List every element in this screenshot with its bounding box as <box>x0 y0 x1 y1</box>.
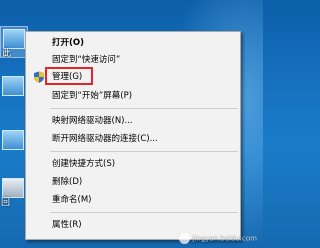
menu-item-map-network-drive[interactable]: 映射网络驱动器(N)... <box>26 112 240 130</box>
watermark: jingyan.baidu.com <box>179 233 257 244</box>
desktop-icon-recycle-bin[interactable]: 回 <box>0 176 26 208</box>
menu-item-open[interactable]: 打开(O) <box>26 34 240 52</box>
computer-icon <box>3 29 25 49</box>
menu-item-label: 删除(D) <box>52 177 83 187</box>
network-icon <box>2 130 24 150</box>
menu-item-pin-start[interactable]: 固定到“开始”屏幕(P) <box>26 87 240 105</box>
menu-item-disconnect-network-drive[interactable]: 断开网络驱动器的连接(C)... <box>26 130 240 148</box>
uac-shield-icon <box>34 71 44 83</box>
menu-item-create-shortcut[interactable]: 创建快捷方式(S) <box>26 155 240 173</box>
menu-item-label: 创建快捷方式(S) <box>52 159 116 169</box>
desktop-icon-label: 回 <box>1 198 11 208</box>
menu-item-rename[interactable]: 重命名(M) <box>26 191 240 209</box>
recycle-bin-icon <box>2 178 24 198</box>
menu-item-label: 属性(R) <box>52 220 82 230</box>
watermark-text: jingyan.baidu.com <box>192 234 257 243</box>
baidu-paw-icon <box>179 233 191 244</box>
menu-separator <box>50 151 238 152</box>
menu-item-label: 断开网络驱动器的连接(C)... <box>52 134 158 144</box>
folder-icon <box>2 76 24 96</box>
menu-item-label: 重命名(M) <box>52 195 92 205</box>
desktop-icon-this-pc[interactable]: 此 <box>0 26 28 59</box>
desktop-icon[interactable] <box>0 74 26 104</box>
menu-item-delete[interactable]: 删除(D) <box>26 173 240 191</box>
menu-separator <box>50 212 238 213</box>
menu-item-label: 固定到“开始”屏幕(P) <box>52 91 133 101</box>
highlight-annotation <box>45 67 93 85</box>
context-menu: 打开(O) 固定到“快速访问” 管理(G) 固定到“开始”屏幕(P) 映射网络驱… <box>25 31 241 240</box>
menu-item-properties[interactable]: 属性(R) <box>26 216 240 234</box>
desktop-icon[interactable] <box>0 128 26 158</box>
desktop-icon-label: 此 <box>2 49 12 59</box>
menu-item-label: 打开(O) <box>52 38 84 48</box>
menu-item-label: 映射网络驱动器(N)... <box>52 116 133 126</box>
menu-separator <box>50 108 238 109</box>
